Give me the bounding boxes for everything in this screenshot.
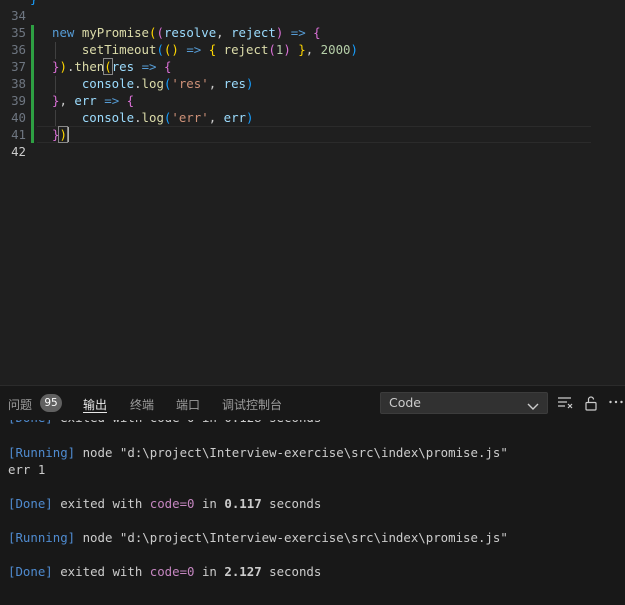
- more-actions-icon[interactable]: [608, 394, 624, 413]
- lock-icon[interactable]: [583, 395, 599, 414]
- code-text: }, err => {: [52, 93, 135, 108]
- text-cursor: [66, 127, 69, 142]
- code-line: 37 setTimeout(() => { reject(1) }, 2000): [0, 41, 625, 74]
- output-line: [Done] exited with code=0 in 2.127 secon…: [8, 564, 322, 579]
- code-line: 35: [0, 7, 625, 40]
- code-line: 39 console.log('res', res): [0, 75, 625, 108]
- output-line: [Done] exited with code=0 in 0.117 secon…: [8, 496, 322, 511]
- bottom-panel: 问题 95 输出 终端 端口 调试控制台 Code [Done] exited …: [0, 385, 625, 605]
- tab-output[interactable]: 输出: [83, 396, 107, 413]
- code-line-current: 42 }): [0, 126, 625, 159]
- code-line: 40 }, err => {: [0, 92, 625, 125]
- panel-tabs: 问题 95 输出 终端 端口 调试控制台 Code: [0, 386, 625, 420]
- code-text: }): [52, 126, 69, 143]
- code-text: }).then(res => {: [52, 58, 172, 75]
- tab-debug-console[interactable]: 调试控制台: [222, 396, 282, 413]
- code-text: setTimeout(() => { reject(1) }, 2000): [81, 42, 358, 57]
- clear-output-icon[interactable]: [557, 395, 573, 414]
- output-line: err 1: [8, 462, 46, 477]
- chevron-down-icon: [527, 398, 539, 418]
- code-text: new myPromise((resolve, reject) => {: [52, 25, 321, 40]
- tab-terminal[interactable]: 终端: [130, 396, 154, 413]
- output-line: [Running] node "d:\project\Interview-exe…: [8, 445, 508, 460]
- code-text: console.log('res', res): [81, 76, 254, 91]
- output-channel-value: Code: [389, 395, 422, 410]
- tab-problems[interactable]: 问题: [8, 396, 32, 413]
- output-line: [Running] node "d:\project\Interview-exe…: [8, 530, 508, 545]
- code-line: 36 new myPromise((resolve, reject) => {: [0, 24, 625, 57]
- line-number: 42: [11, 144, 26, 159]
- code-line: 41 console.log('err', err): [0, 109, 625, 142]
- problems-count-badge: 95: [40, 394, 62, 412]
- output-channel-select[interactable]: Code: [380, 392, 548, 414]
- code-line-34: 34}: [0, 0, 625, 23]
- code-text: console.log('err', err): [81, 110, 254, 125]
- code-line: 38 }).then(res => {: [0, 58, 625, 91]
- tab-ports[interactable]: 端口: [176, 396, 200, 413]
- code-editor[interactable]: 34} 35 36 new myPromise((resolve, reject…: [0, 0, 625, 385]
- active-tab-indicator: [83, 412, 107, 413]
- code-text: }: [30, 0, 37, 7]
